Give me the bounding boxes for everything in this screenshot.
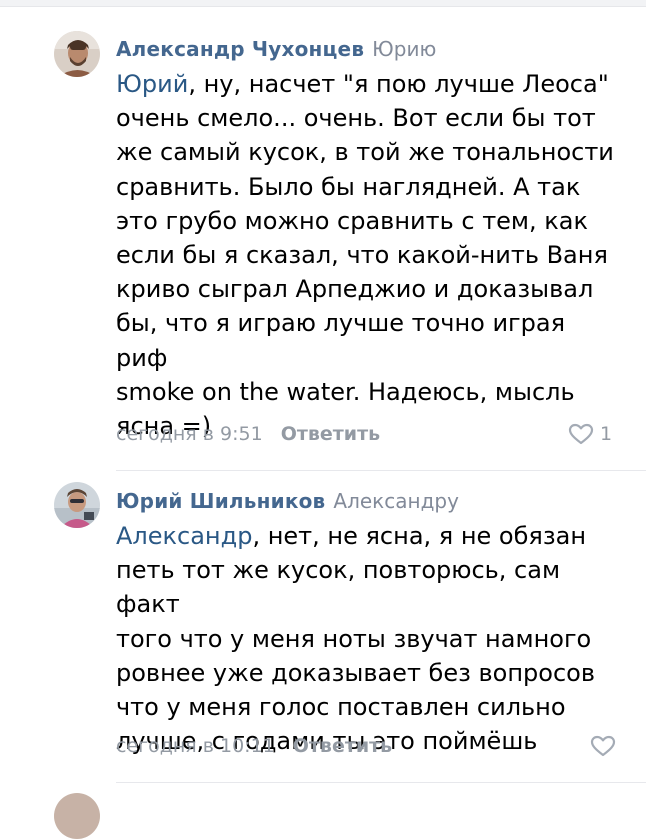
comment-line: что у меня голос поставлен сильно bbox=[116, 693, 566, 722]
comment-separator bbox=[116, 470, 646, 471]
reply-to-label[interactable]: Александру bbox=[333, 489, 459, 513]
like-button[interactable] bbox=[590, 735, 622, 757]
comment-line: петь тот же кусок, повторюсь, сам факт bbox=[116, 556, 561, 619]
comment-date[interactable]: сегодня в 9:51 bbox=[116, 423, 263, 445]
comment-line: Александр, нет, не ясна, я не обязан bbox=[116, 519, 616, 553]
like-count: 1 bbox=[600, 423, 613, 445]
comment-text: Александр, нет, не ясна, я не обязан пет… bbox=[116, 519, 616, 758]
top-divider bbox=[0, 0, 646, 7]
comment-line: ровнее уже доказывает без вопросов bbox=[116, 658, 595, 687]
comment-line-text: , ну, насчет "я пою лучше Леоса" bbox=[188, 70, 609, 98]
heart-icon bbox=[568, 423, 594, 445]
comment-header: Юрий Шильников Александру bbox=[116, 488, 459, 514]
comment-text: Юрий, ну, насчет "я пою лучше Леоса" оче… bbox=[116, 67, 616, 443]
like-button[interactable]: 1 bbox=[568, 423, 612, 445]
user-photo-icon bbox=[54, 482, 100, 528]
reply-button[interactable]: Ответить bbox=[281, 423, 380, 445]
comment-line: это грубо можно сравнить с тем, как bbox=[116, 206, 588, 235]
comment-line: если бы я сказал, что какой-нить Ваня bbox=[116, 241, 608, 270]
mention-link[interactable]: Юрий bbox=[116, 70, 188, 98]
avatar[interactable] bbox=[54, 482, 100, 528]
comment-header: Александр Чухонцев Юрию bbox=[116, 36, 436, 62]
comment-line: криво сыграл Арпеджио и доказывал bbox=[116, 275, 594, 304]
reply-button[interactable]: Ответить bbox=[293, 735, 392, 757]
comment-line: же самый кусок, в той же тональности bbox=[116, 138, 614, 167]
author-name[interactable]: Юрий Шильников bbox=[116, 489, 325, 513]
comment-line: Юрий, ну, насчет "я пою лучше Леоса" bbox=[116, 67, 616, 101]
heart-icon bbox=[590, 735, 616, 757]
author-name[interactable]: Александр Чухонцев bbox=[116, 37, 364, 61]
reply-to-label[interactable]: Юрию bbox=[372, 37, 436, 61]
comment-line: сравнить. Было бы наглядней. А так bbox=[116, 172, 581, 201]
comment-line: smoke on the water. Надеюсь, мысль bbox=[116, 377, 575, 406]
comment-line: того что у меня ноты звучат намного bbox=[116, 624, 592, 653]
avatar[interactable] bbox=[54, 31, 100, 77]
user-photo-icon bbox=[54, 31, 100, 77]
comment-separator bbox=[116, 782, 646, 783]
comment-line: очень смело... очень. Вот если бы тот bbox=[116, 104, 596, 133]
comment-date[interactable]: сегодня в 10:11 bbox=[116, 735, 275, 757]
mention-link[interactable]: Александр bbox=[116, 522, 252, 550]
comment-line-text: , нет, не ясна, я не обязан bbox=[252, 522, 587, 550]
comment-line: бы, что я играю лучше точно играя риф bbox=[116, 309, 566, 372]
comment-footer: сегодня в 9:51 Ответить bbox=[116, 421, 380, 447]
comment-footer: сегодня в 10:11 Ответить bbox=[116, 733, 392, 759]
